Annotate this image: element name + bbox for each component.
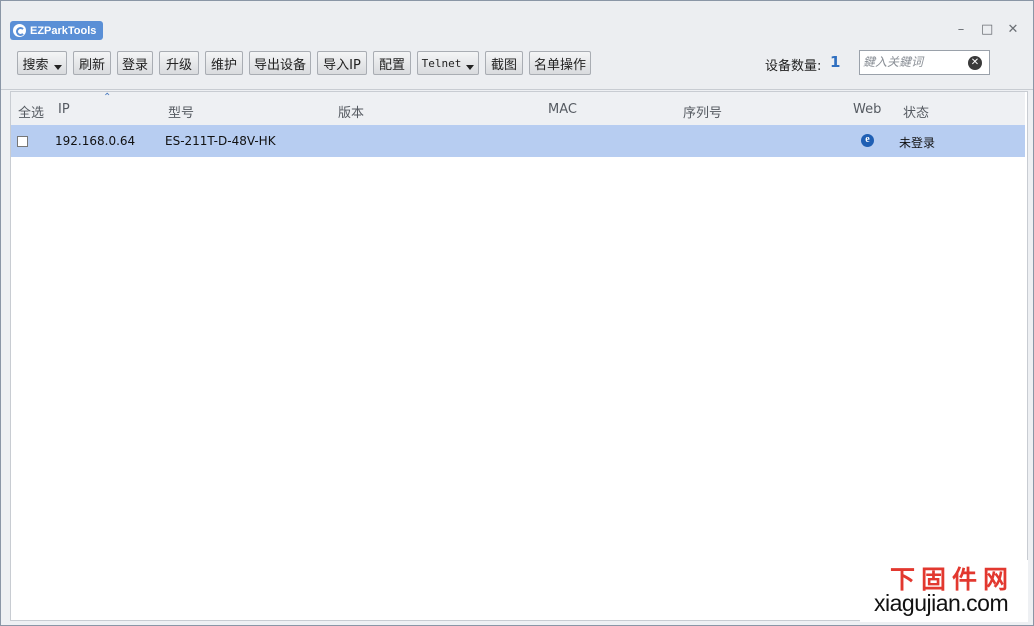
row-checkbox[interactable] xyxy=(17,136,28,147)
app-title-badge: EZParkTools xyxy=(10,21,104,40)
toolbar: 搜索 刷新 登录 升级 维护 导出设备 导入IP 配置 Telnet 截图 名单 xyxy=(1,47,1033,90)
clear-icon[interactable]: ✕ xyxy=(968,56,982,70)
refresh-button[interactable]: 刷新 xyxy=(73,51,111,75)
telnet-button-label: Telnet xyxy=(421,56,462,70)
device-count-label: 设备数量: xyxy=(765,59,822,74)
table-header: 全选 IP ⌃ 型号 版本 MAC 序列号 Web 状态 xyxy=(11,92,1025,126)
minimize-button[interactable]: – xyxy=(955,23,967,37)
app-window: EZParkTools – □ ✕ 搜索 刷新 登录 升级 维护 导出设备 导入… xyxy=(0,0,1034,626)
ie-icon[interactable]: e xyxy=(861,134,874,147)
watermark: 下固件网 xiagujian.com xyxy=(860,560,1028,622)
list-operations-button[interactable]: 名单操作 xyxy=(529,51,591,75)
import-ip-button-label: 导入IP xyxy=(323,57,361,73)
list-operations-button-label: 名单操作 xyxy=(533,57,586,73)
device-table: 全选 IP ⌃ 型号 版本 MAC 序列号 Web 状态 192.168.0.6… xyxy=(10,91,1028,621)
screenshot-button[interactable]: 截图 xyxy=(485,51,523,75)
cell-model: ES-211T-D-48V-HK xyxy=(165,134,276,148)
cell-ip: 192.168.0.64 xyxy=(55,134,136,148)
export-devices-button[interactable]: 导出设备 xyxy=(249,51,311,75)
login-button[interactable]: 登录 xyxy=(117,51,153,75)
column-model[interactable]: 型号 xyxy=(168,102,194,121)
column-version[interactable]: 版本 xyxy=(338,102,364,121)
app-title: EZParkTools xyxy=(30,24,97,37)
column-mac[interactable]: MAC xyxy=(548,102,577,117)
column-status[interactable]: 状态 xyxy=(903,102,929,121)
column-serial[interactable]: 序列号 xyxy=(683,102,722,121)
watermark-en: xiagujian.com xyxy=(874,590,1009,616)
config-button[interactable]: 配置 xyxy=(373,51,411,75)
telnet-button[interactable]: Telnet xyxy=(417,51,479,75)
app-logo-icon xyxy=(13,24,26,37)
sort-ascending-icon: ⌃ xyxy=(103,92,112,103)
upgrade-button[interactable]: 升级 xyxy=(159,51,199,75)
export-devices-button-label: 导出设备 xyxy=(253,57,306,73)
cell-status: 未登录 xyxy=(899,136,936,150)
screenshot-button-label: 截图 xyxy=(490,57,517,73)
chevron-down-icon xyxy=(466,64,475,70)
maintain-button[interactable]: 维护 xyxy=(205,51,243,75)
upgrade-button-label: 升级 xyxy=(165,57,192,73)
refresh-button-label: 刷新 xyxy=(78,57,105,73)
maintain-button-label: 维护 xyxy=(210,57,237,73)
config-button-label: 配置 xyxy=(378,57,405,73)
search-box: ✕ xyxy=(859,50,990,75)
search-button[interactable]: 搜索 xyxy=(17,51,67,75)
window-controls: – □ ✕ xyxy=(955,23,1019,37)
title-bar[interactable]: EZParkTools – □ ✕ xyxy=(1,1,1033,47)
import-ip-button[interactable]: 导入IP xyxy=(317,51,367,75)
chevron-down-icon xyxy=(53,64,62,70)
search-input[interactable] xyxy=(863,54,963,70)
column-ip[interactable]: IP xyxy=(58,102,70,117)
column-select-all[interactable]: 全选 xyxy=(18,102,44,121)
device-count-value: 1 xyxy=(830,53,841,71)
login-button-label: 登录 xyxy=(121,57,148,73)
column-web[interactable]: Web xyxy=(853,102,881,117)
search-button-label: 搜索 xyxy=(22,57,49,73)
table-row[interactable]: 192.168.0.64 ES-211T-D-48V-HK e 未登录 xyxy=(11,125,1025,157)
close-button[interactable]: ✕ xyxy=(1007,23,1019,37)
maximize-button[interactable]: □ xyxy=(981,23,993,37)
